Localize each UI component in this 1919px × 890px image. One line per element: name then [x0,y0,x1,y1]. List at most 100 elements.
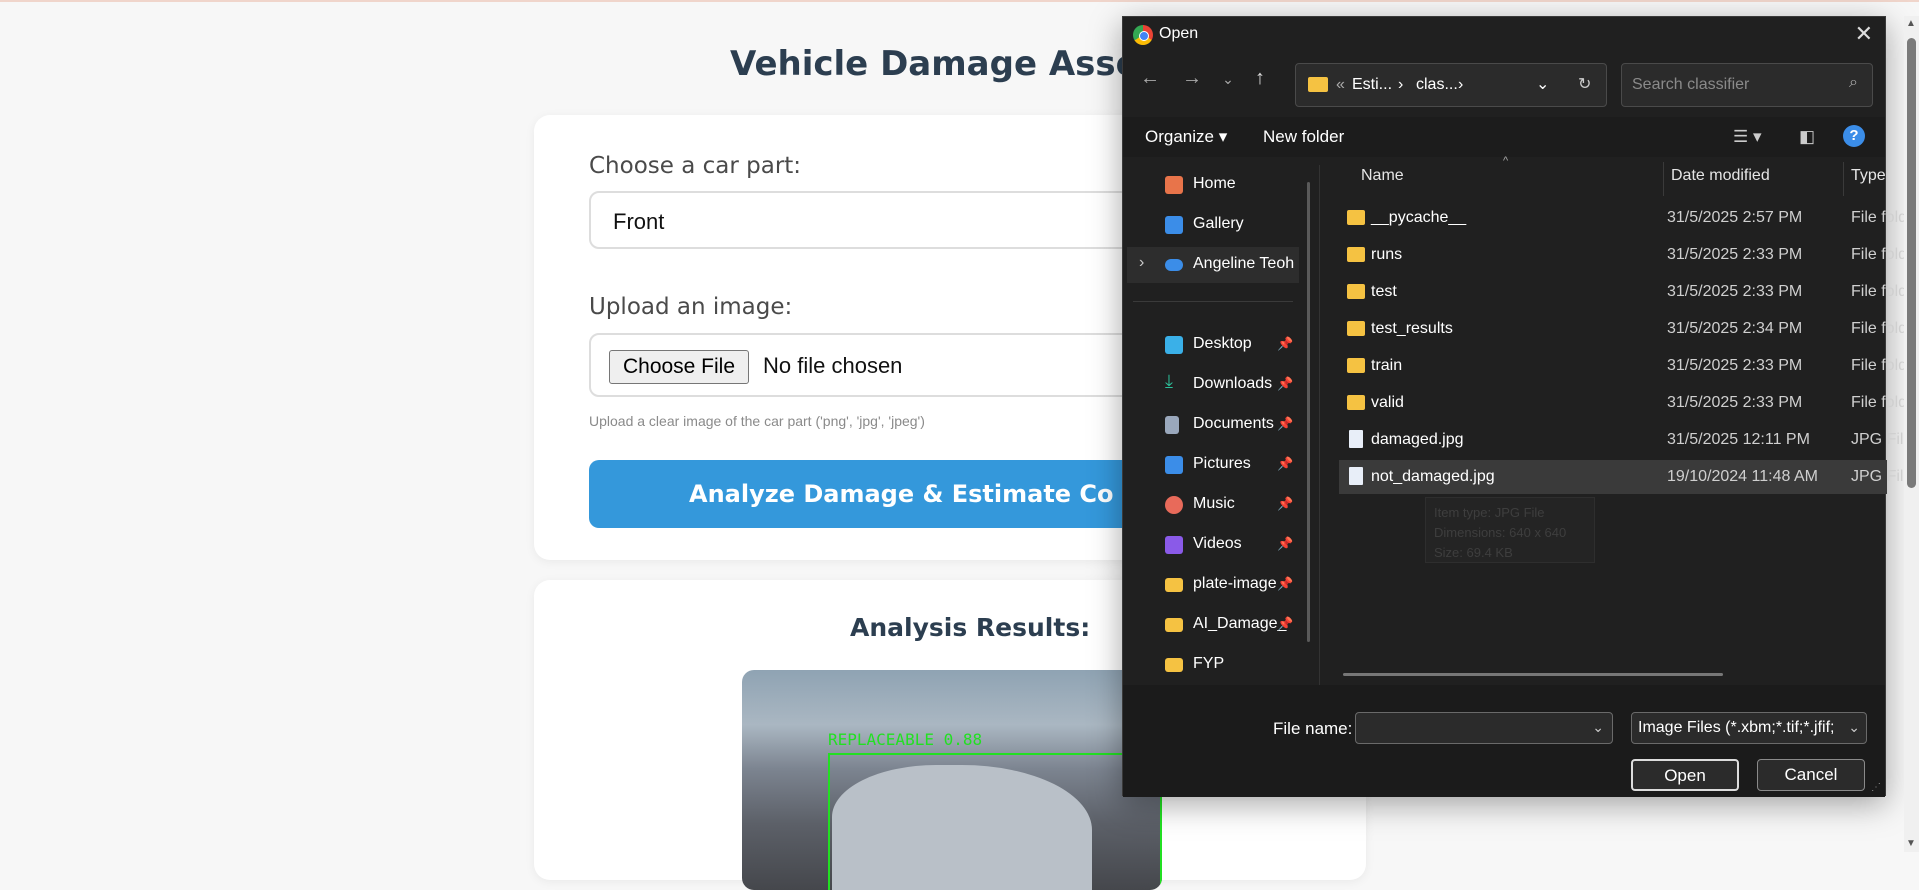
onedrive-icon [1165,259,1183,271]
nav-pane-scrollbar[interactable] [1307,182,1310,642]
scrollbar-thumb[interactable] [1907,38,1916,488]
file-row[interactable]: damaged.jpg 31/5/2025 12:11 PM JPG File [1339,423,1912,457]
horizontal-scrollbar[interactable] [1343,673,1723,676]
folder-icon [1165,618,1183,632]
upload-label: Upload an image: [589,294,793,320]
detection-label: REPLACEABLE 0.88 [828,730,983,749]
forward-arrow-icon[interactable]: → [1177,67,1207,90]
nav-item-desktop[interactable]: Desktop 📌 [1127,327,1299,363]
nav-item-gallery[interactable]: Gallery [1127,207,1299,243]
pin-icon: 📌 [1277,616,1294,631]
file-row[interactable]: __pycache__ 31/5/2025 2:57 PM File folder [1339,201,1919,235]
refresh-icon[interactable]: ↻ [1578,74,1591,94]
pin-icon: 📌 [1277,456,1294,471]
dialog-titlebar[interactable]: Open ✕ [1123,17,1885,53]
help-icon[interactable]: ? [1843,125,1865,147]
upload-hint: Upload a clear image of the car part ('p… [589,413,925,429]
nav-item-downloads[interactable]: ⤓ Downloads 📌 [1127,367,1299,403]
column-header-type[interactable]: Type [1851,167,1886,185]
chevron-down-icon[interactable]: ⌄ [1592,719,1604,736]
folder-icon [1347,358,1365,373]
pin-icon: 📌 [1277,416,1294,431]
jpg-file-icon [1349,430,1363,448]
back-arrow-icon[interactable]: ← [1135,67,1165,90]
column-header-date[interactable]: Date modified [1671,167,1770,185]
file-date: 19/10/2024 11:48 AM [1667,468,1818,485]
organize-button[interactable]: Organize ▾ [1145,127,1227,147]
pane-divider [1319,165,1320,685]
file-row[interactable]: runs 31/5/2025 2:33 PM File folder [1339,238,1919,272]
nav-item-fyp[interactable]: FYP [1127,647,1299,683]
nav-item-onedrive[interactable]: › Angeline Teoh - Personal [1127,247,1299,283]
folder-icon [1347,247,1365,262]
nav-label: Angeline Teoh - Personal [1193,255,1299,272]
music-icon [1165,496,1183,514]
nav-label: Documents [1193,415,1274,432]
file-info-tooltip: Item type: JPG File Dimensions: 640 x 64… [1425,497,1595,563]
nav-label: plate-images [1193,575,1285,592]
file-row[interactable]: test_results 31/5/2025 2:34 PM File folder [1339,312,1919,346]
page-scrollbar[interactable]: ▲ ▼ [1904,16,1919,852]
tooltip-line: Size: 69.4 KB [1434,545,1513,560]
tooltip-line: Item type: JPG File [1434,505,1545,520]
choose-file-button[interactable]: Choose File [609,350,749,384]
jpg-file-icon [1349,467,1363,485]
address-bar[interactable]: « Esti... › clas... › ⌄ ↻ [1295,63,1607,107]
preview-pane-icon[interactable]: ◧ [1799,127,1815,147]
pin-icon: 📌 [1277,576,1294,592]
nav-label: Videos [1193,535,1242,552]
search-icon: ⌕ [1849,74,1858,91]
recent-locations-chevron-icon[interactable]: ⌄ [1213,71,1243,88]
file-row[interactable]: train 31/5/2025 2:33 PM File folder [1339,349,1919,383]
view-options-icon[interactable]: ☰ ▾ [1733,127,1762,147]
file-row-selected[interactable]: not_damaged.jpg 19/10/2024 11:48 AM JPG Fi… [1339,460,1912,494]
file-name: test_results [1371,320,1453,337]
pin-icon: 📌 [1277,536,1294,551]
nav-item-documents[interactable]: Documents 📌 [1127,407,1299,443]
nav-item-home[interactable]: Home [1127,167,1299,203]
nav-item-pictures[interactable]: Pictures 📌 [1127,447,1299,483]
file-type-select[interactable]: Image Files (*.xbm;*.tif;*.jfif; ⌄ [1631,712,1867,744]
nav-label: FYP [1193,655,1225,672]
nav-item-music[interactable]: Music 📌 [1127,487,1299,523]
cancel-button[interactable]: Cancel [1757,759,1865,791]
folder-icon [1165,658,1183,672]
search-box[interactable]: Search classifier ⌕ [1621,63,1873,107]
nav-item-plate-images[interactable]: plate-images 📌 [1127,567,1299,603]
file-date: 31/5/2025 2:33 PM [1667,394,1803,411]
folder-icon [1347,395,1365,410]
tooltip-line: Dimensions: 640 x 640 [1434,525,1567,540]
file-name-input[interactable]: ⌄ [1355,712,1613,744]
sort-up-icon: ^ [1503,155,1509,167]
column-header-name[interactable]: Name [1361,167,1404,185]
file-name: damaged.jpg [1371,431,1464,448]
chevron-right-icon[interactable]: › [1398,76,1403,94]
search-input[interactable]: Search classifier [1632,76,1749,94]
up-arrow-icon[interactable]: ↑ [1245,67,1275,90]
nav-label: Downloads [1193,375,1273,392]
dialog-title: Open [1159,25,1199,42]
pin-icon: 📌 [1277,336,1294,351]
expand-chevron-icon[interactable]: › [1139,254,1144,272]
close-icon[interactable]: ✕ [1855,21,1873,47]
breadcrumb-overflow[interactable]: « [1336,76,1345,94]
download-icon: ⤓ [1165,371,1173,391]
scroll-down-arrow-icon[interactable]: ▼ [1906,838,1916,849]
file-name: train [1371,357,1403,374]
chevron-right-icon[interactable]: › [1458,76,1463,94]
result-image: REPLACEABLE 0.88 [742,670,1162,890]
breadcrumb-item[interactable]: clas... [1416,76,1458,94]
file-status: No file chosen [763,353,903,378]
new-folder-button[interactable]: New folder [1263,127,1344,147]
file-row[interactable]: valid 31/5/2025 2:33 PM File folder [1339,386,1919,420]
file-row[interactable]: test 31/5/2025 2:33 PM File folder [1339,275,1919,309]
chevron-down-icon[interactable]: ⌄ [1536,74,1549,94]
scroll-up-arrow-icon[interactable]: ▲ [1906,18,1916,29]
open-button[interactable]: Open [1631,759,1739,791]
nav-item-ai-damage[interactable]: AI_Damage_ 📌 [1127,607,1299,643]
nav-item-videos[interactable]: Videos 📌 [1127,527,1299,563]
column-separator[interactable] [1663,162,1664,196]
column-separator[interactable] [1843,162,1844,196]
breadcrumb-item[interactable]: Esti... [1352,76,1392,94]
resize-grip-icon[interactable]: ⋰ [1871,782,1881,793]
